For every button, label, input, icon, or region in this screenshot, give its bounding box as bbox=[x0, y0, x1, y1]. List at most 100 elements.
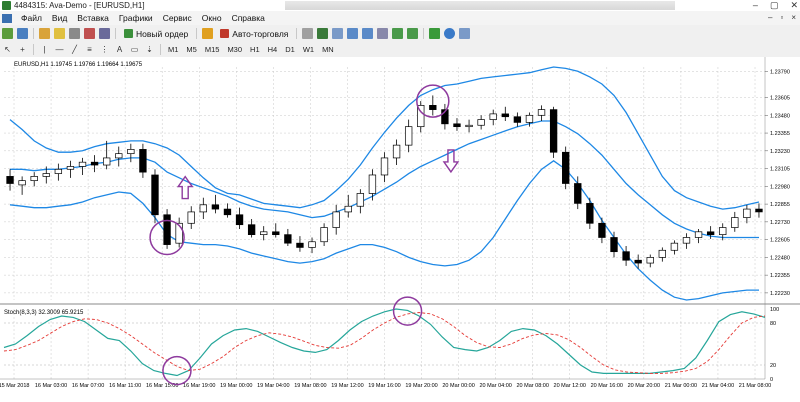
menu-help[interactable]: Справка bbox=[227, 11, 270, 25]
menu-view[interactable]: Вид bbox=[47, 11, 72, 25]
tile-icon[interactable] bbox=[377, 28, 389, 39]
toolbar-separator bbox=[160, 44, 161, 55]
close-button[interactable]: ✕ bbox=[790, 0, 798, 11]
chart-window[interactable]: 1.23790 1.23605 1.23480 1.23355 1.23230 1.231… bbox=[0, 57, 800, 400]
arrows-icon[interactable]: ⇣ bbox=[144, 44, 155, 55]
data-window-icon[interactable] bbox=[54, 28, 65, 39]
candle-bull bbox=[731, 217, 739, 228]
candle-bull bbox=[670, 242, 679, 251]
price-tick-label: 1.23605 bbox=[770, 96, 790, 102]
candle-bear bbox=[90, 161, 99, 166]
price-tick-label: 1.22480 bbox=[770, 255, 790, 261]
mdi-restore-button[interactable]: ▫ bbox=[780, 11, 783, 25]
time-tick-label: 19 Mar 20:00 bbox=[405, 383, 437, 389]
candle-bear bbox=[453, 123, 461, 128]
candlestick-icon[interactable] bbox=[317, 28, 329, 39]
terminal-icon[interactable] bbox=[84, 28, 95, 39]
mdi-close-button[interactable]: × bbox=[791, 11, 796, 25]
trendline-icon[interactable]: ╱ bbox=[69, 44, 80, 55]
autotrade-button[interactable]: Авто-торговля bbox=[215, 26, 293, 41]
menu-file[interactable]: Файл bbox=[16, 11, 47, 25]
text-label-icon[interactable]: ▭ bbox=[129, 44, 140, 55]
timeframe-h1[interactable]: H1 bbox=[246, 43, 264, 56]
time-tick-label: 16 Mar 03:00 bbox=[35, 383, 67, 389]
price-tick-label: 1.23230 bbox=[770, 149, 790, 155]
templates-icon[interactable] bbox=[459, 28, 471, 39]
timeframe-m1[interactable]: M1 bbox=[164, 43, 182, 56]
bar-chart-icon[interactable] bbox=[302, 28, 314, 39]
vertical-line-icon[interactable]: | bbox=[39, 44, 50, 55]
autoscroll-icon[interactable] bbox=[392, 28, 404, 39]
candle-bull bbox=[537, 109, 546, 116]
drawing-toolbar: ↖ + | — ╱ ≡ ⋮ A ▭ ⇣ M1 M5 M15 M30 H1 H4 … bbox=[0, 42, 800, 58]
price-tick-label: 1.22730 bbox=[770, 220, 790, 226]
metaeditor-icon[interactable] bbox=[202, 28, 214, 39]
timeframe-mn[interactable]: MN bbox=[318, 43, 338, 56]
timeframe-m30[interactable]: M30 bbox=[223, 43, 246, 56]
time-tick-label: 19 Mar 16:00 bbox=[368, 383, 400, 389]
candle-bear bbox=[151, 174, 159, 216]
candle-bull bbox=[525, 114, 534, 123]
new-chart-icon[interactable] bbox=[2, 28, 13, 39]
candle-bear bbox=[223, 208, 232, 216]
fibonacci-icon[interactable]: ⋮ bbox=[99, 44, 110, 55]
candle-bull bbox=[78, 161, 87, 167]
price-tick-label: 1.22980 bbox=[770, 184, 790, 190]
time-tick-label: 19 Mar 12:00 bbox=[331, 383, 363, 389]
price-tick-label: 1.23790 bbox=[770, 69, 790, 75]
time-tick-label: 19 Mar 04:00 bbox=[257, 383, 289, 389]
zoom-out-icon[interactable] bbox=[362, 28, 374, 39]
indicators-icon[interactable] bbox=[429, 28, 441, 39]
equidistant-channel-icon[interactable]: ≡ bbox=[84, 44, 95, 55]
menu-insert[interactable]: Вставка bbox=[72, 11, 114, 25]
menu-window[interactable]: Окно bbox=[197, 11, 227, 25]
candle-bull bbox=[54, 168, 63, 174]
toolbar-separator bbox=[115, 28, 116, 39]
candle-bear bbox=[634, 259, 642, 264]
candle-bull bbox=[477, 119, 485, 126]
tester-icon[interactable] bbox=[99, 28, 110, 39]
stoch-tick-label: 80 bbox=[770, 321, 776, 327]
candle-bull bbox=[103, 157, 111, 166]
timeframe-w1[interactable]: W1 bbox=[299, 43, 318, 56]
candle-bear bbox=[610, 237, 618, 253]
text-icon[interactable]: A bbox=[114, 44, 125, 55]
toolbar-separator bbox=[423, 28, 425, 39]
price-chart[interactable]: 1.23790 1.23605 1.23480 1.23355 1.23230 1.231… bbox=[0, 57, 800, 400]
zoom-in-icon[interactable] bbox=[347, 28, 359, 39]
mdi-minimize-button[interactable]: – bbox=[768, 11, 772, 25]
horizontal-line-icon[interactable]: — bbox=[54, 44, 65, 55]
candle-bull bbox=[368, 174, 377, 194]
candle-bull bbox=[187, 211, 195, 224]
crosshair-icon[interactable]: + bbox=[17, 44, 28, 55]
candle-bear bbox=[163, 214, 171, 245]
timeframe-m5[interactable]: M5 bbox=[182, 43, 200, 56]
profiles-icon[interactable] bbox=[17, 28, 28, 39]
periods-icon[interactable] bbox=[444, 28, 456, 39]
new-order-button[interactable]: Новый ордер bbox=[119, 26, 193, 41]
stoch-tick-label: 100 bbox=[770, 307, 779, 313]
toolbar-separator bbox=[33, 44, 34, 55]
candle-bear bbox=[211, 204, 220, 210]
price-tick-label: 1.23105 bbox=[770, 167, 790, 173]
candle-bear bbox=[247, 224, 256, 235]
time-tick-label: 16 Mar 07:00 bbox=[72, 383, 104, 389]
menu-charts[interactable]: Графики bbox=[114, 11, 158, 25]
timeframe-h4[interactable]: H4 bbox=[264, 43, 282, 56]
navigator-icon[interactable] bbox=[69, 28, 80, 39]
cursor-icon[interactable]: ↖ bbox=[2, 44, 13, 55]
line-chart-icon[interactable] bbox=[332, 28, 344, 39]
maximize-button[interactable]: ▢ bbox=[770, 0, 779, 11]
market-watch-icon[interactable] bbox=[39, 28, 50, 39]
time-tick-label: 20 Mar 20:00 bbox=[628, 383, 660, 389]
chart-shift-icon[interactable] bbox=[407, 28, 419, 39]
candle-bull bbox=[42, 173, 50, 177]
minimize-button[interactable]: – bbox=[753, 0, 758, 11]
timeframe-m15[interactable]: M15 bbox=[201, 43, 224, 56]
candle-bull bbox=[694, 231, 703, 238]
menu-tools[interactable]: Сервис bbox=[158, 11, 197, 25]
candle-bull bbox=[682, 237, 691, 244]
timeframe-d1[interactable]: D1 bbox=[281, 43, 299, 56]
candle-bear bbox=[598, 222, 606, 238]
toolbar-separator bbox=[196, 28, 198, 39]
